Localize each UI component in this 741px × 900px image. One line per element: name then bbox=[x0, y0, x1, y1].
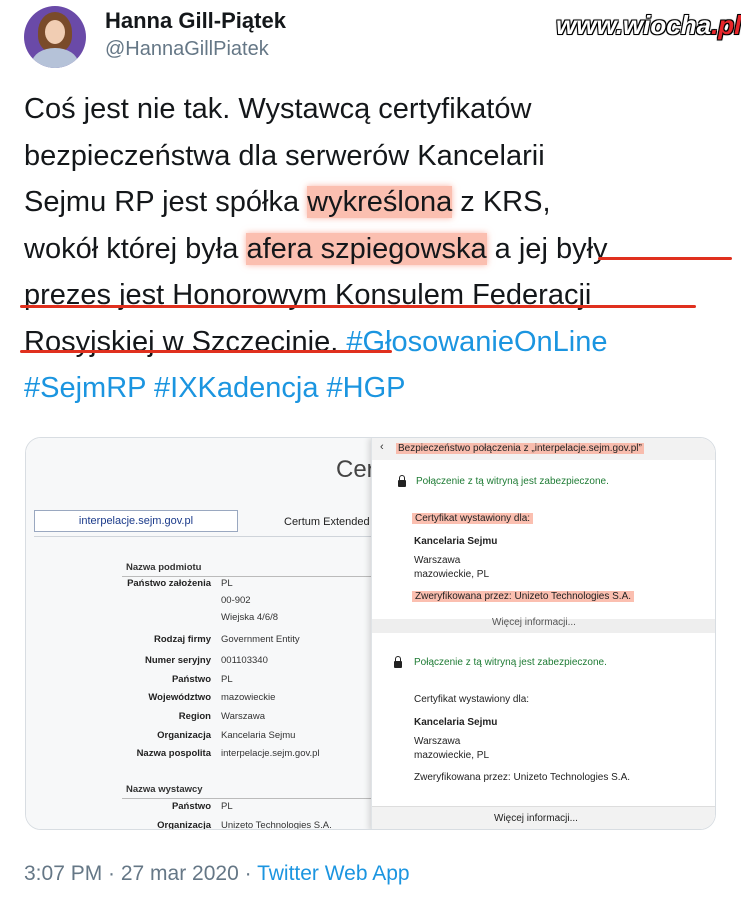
tweet-line-6: Rosyjskiej w Szczecinie. #GłosowanieOnLi… bbox=[24, 319, 724, 366]
field-row: Organizacja Unizeto Technologies S.A. bbox=[26, 820, 386, 830]
site-watermark: www.wiocha.pl bbox=[556, 10, 741, 41]
field-value: 001103340 bbox=[221, 655, 268, 666]
security-popup-header: ‹ Bezpieczeństwo połączenia z „interpela… bbox=[372, 438, 715, 460]
field-value: Wiejska 4/6/8 bbox=[221, 612, 279, 623]
issued-org: Kancelaria Sejmu bbox=[414, 536, 498, 547]
field-key: Numer seryjny bbox=[144, 655, 211, 666]
field-value: PL bbox=[221, 578, 233, 589]
issuer-separator bbox=[122, 798, 382, 799]
avatar-face bbox=[45, 20, 65, 44]
tweet-text: Coś jest nie tak. Wystawcą certyfikatów … bbox=[24, 86, 724, 412]
avatar-body bbox=[32, 48, 78, 68]
tab-divider bbox=[34, 536, 386, 537]
tweet-line-2: bezpieczeństwa dla serwerów Kancelarii bbox=[24, 139, 545, 172]
field-key: Organizacja bbox=[157, 820, 211, 830]
field-row: Organizacja Kancelaria Sejmu bbox=[26, 730, 386, 744]
more-info-partial: Więcej informacji... bbox=[492, 617, 576, 628]
author-handle[interactable]: @HannaGillPiatek bbox=[105, 38, 269, 61]
field-row: Państwo PL bbox=[26, 674, 386, 688]
issuer-header: Nazwa wystawcy bbox=[126, 784, 203, 795]
subject-header: Nazwa podmiotu bbox=[126, 562, 202, 573]
field-value: PL bbox=[221, 674, 233, 685]
field-key: Nazwa pospolita bbox=[136, 748, 211, 759]
field-value: Unizeto Technologies S.A. bbox=[221, 820, 332, 830]
field-row: Numer seryjny 001103340 bbox=[26, 655, 386, 669]
verified-by: Zweryfikowana przez: Unizeto Technologie… bbox=[412, 591, 635, 602]
lock-icon bbox=[398, 475, 406, 487]
tweet-line-1: Coś jest nie tak. Wystawcą certyfikatów bbox=[24, 93, 532, 125]
issued-region: mazowieckie, PL bbox=[414, 750, 490, 761]
field-value: Warszawa bbox=[221, 711, 265, 722]
certificate-viewer: Cer interpelacje.sejm.gov.pl Certum Exte… bbox=[26, 438, 386, 830]
field-value: mazowieckie bbox=[221, 692, 276, 703]
field-row: Rodzaj firmy Government Entity bbox=[26, 634, 386, 648]
chevron-left-icon[interactable]: ‹ bbox=[380, 441, 384, 453]
avatar[interactable] bbox=[24, 6, 86, 68]
field-key: Region bbox=[178, 711, 211, 722]
issued-city: Warszawa bbox=[414, 736, 461, 747]
more-info-button[interactable]: Więcej informacji... bbox=[372, 806, 715, 829]
field-row: Region Warszawa bbox=[26, 711, 386, 725]
tweet-line-4-b: a jej były bbox=[486, 232, 608, 265]
issued-region: mazowieckie, PL bbox=[414, 569, 490, 580]
cert-title: Cer bbox=[336, 456, 375, 483]
author-name[interactable]: Hanna Gill-Piątek bbox=[105, 8, 286, 34]
tweet-line-4: wokół której była afera szpiegowska a je… bbox=[24, 226, 724, 273]
watermark-site: www.wiocha bbox=[556, 10, 712, 40]
field-row: 00-902 bbox=[26, 595, 386, 609]
secure-status: Połączenie z tą witryną jest zabezpieczo… bbox=[414, 657, 607, 668]
field-value: 00-902 bbox=[221, 595, 251, 606]
field-row: Państwo PL bbox=[26, 801, 386, 815]
underline-rosyjskiej bbox=[20, 350, 392, 353]
issued-for-label: Certyfikat wystawiony dla: bbox=[414, 694, 530, 705]
field-row: Województwo mazowieckie bbox=[26, 692, 386, 706]
tweet-footer: 3:07 PM · 27 mar 2020 · Twitter Web App bbox=[24, 862, 410, 886]
field-key: Organizacja bbox=[157, 730, 211, 741]
issued-org: Kancelaria Sejmu bbox=[414, 717, 498, 728]
field-row: Wiejska 4/6/8 bbox=[26, 612, 386, 626]
security-popup-title: Bezpieczeństwo połączenia z „interpelacj… bbox=[396, 443, 644, 454]
field-key: Województwo bbox=[148, 692, 211, 703]
more-info-label: Więcej informacji... bbox=[494, 813, 578, 824]
field-value: Kancelaria Sejmu bbox=[221, 730, 296, 741]
highlight-afera: afera szpiegowska bbox=[246, 232, 487, 265]
secure-status: Połączenie z tą witryną jest zabezpieczo… bbox=[416, 476, 609, 487]
security-popup: ‹ Bezpieczeństwo połączenia z „interpela… bbox=[371, 438, 715, 829]
field-key: Państwo założenia bbox=[127, 578, 211, 589]
field-key: Państwo bbox=[171, 801, 211, 812]
more-info-bar-partial[interactable]: Więcej informacji... bbox=[372, 617, 715, 633]
issued-for-label: Certyfikat wystawiony dla: bbox=[412, 513, 534, 524]
field-key: Państwo bbox=[171, 674, 211, 685]
field-row: Państwo założenia PL bbox=[26, 578, 386, 592]
highlight-wykreslona: wykreślona bbox=[307, 186, 453, 218]
field-value: PL bbox=[221, 801, 233, 812]
tweet-line-3: Sejmu RP jest spółka wykreślona z KRS, bbox=[24, 186, 551, 218]
hashtags-line[interactable]: #SejmRP #IXKadencja #HGP bbox=[24, 365, 724, 412]
tweet-line-5: prezes jest Honorowym Konsulem Federacji bbox=[24, 279, 592, 311]
tweet-timestamp[interactable]: 3:07 PM · 27 mar 2020 · bbox=[24, 862, 257, 885]
field-value: interpelacje.sejm.gov.pl bbox=[221, 748, 320, 759]
watermark-tld: .pl bbox=[711, 10, 741, 40]
field-row: Nazwa pospolita interpelacje.sejm.gov.pl bbox=[26, 748, 386, 762]
underline-jej-byly bbox=[598, 257, 732, 260]
attached-image[interactable]: Cer interpelacje.sejm.gov.pl Certum Exte… bbox=[25, 437, 716, 830]
issued-city: Warszawa bbox=[414, 555, 461, 566]
subject-separator bbox=[122, 576, 382, 577]
cert-url-tab[interactable]: interpelacje.sejm.gov.pl bbox=[34, 510, 238, 532]
verified-by: Zweryfikowana przez: Unizeto Technologie… bbox=[414, 772, 631, 783]
lock-icon bbox=[394, 656, 402, 668]
field-key: Rodzaj firmy bbox=[153, 634, 211, 645]
field-value: Government Entity bbox=[221, 634, 300, 645]
tweet-source-app[interactable]: Twitter Web App bbox=[257, 862, 410, 885]
cert-extended-tab[interactable]: Certum Extended bbox=[284, 516, 370, 528]
underline-prezes bbox=[20, 305, 696, 308]
tweet-line-4-a: wokół której była bbox=[24, 232, 247, 265]
